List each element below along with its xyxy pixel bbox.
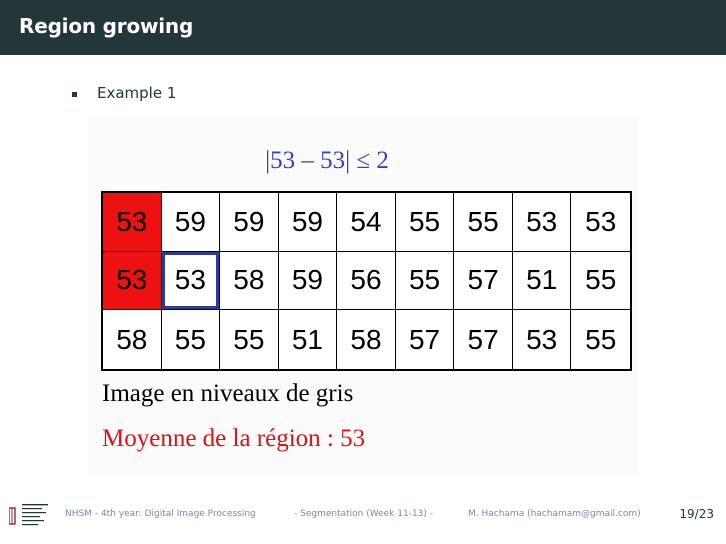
bullet-marker: [72, 92, 77, 97]
pixel-cell: 51: [279, 310, 338, 369]
slide-header: Region growing: [0, 0, 726, 55]
footer-section: - Segmentation (Week 11-13) -: [294, 509, 434, 519]
pixel-cell: 57: [454, 251, 513, 311]
pixel-cell-selected: 53: [161, 251, 221, 311]
pixel-cell: 53: [512, 193, 572, 252]
pixel-cell: 58: [220, 251, 279, 311]
pixel-cell: 55: [395, 193, 455, 252]
pixel-cell: 53: [571, 193, 630, 252]
pixel-cell: 53: [103, 193, 162, 252]
bullet-text: Example 1: [97, 84, 177, 102]
pixel-cell: 55: [220, 310, 279, 369]
pixel-cell: 59: [220, 193, 279, 252]
footer-author: M. Hachama (hachamam@gmail.com): [468, 509, 641, 519]
pixel-cell: 51: [512, 251, 572, 311]
formula-text: |53 – 53| ≤ 2: [265, 147, 389, 174]
pixel-cell: 55: [162, 310, 221, 369]
page-number: 19/23: [679, 507, 714, 521]
pixel-cell: 56: [337, 251, 396, 311]
pixel-cell: 54: [337, 193, 396, 252]
caption-image: Image en niveaux de gris: [102, 380, 354, 407]
pixel-cell: 59: [278, 251, 338, 311]
pixel-cell: 58: [337, 310, 396, 369]
pixel-cell: 55: [571, 252, 630, 311]
pixel-cell: 58: [103, 310, 162, 369]
university-logo-icon: [9, 504, 48, 526]
pixel-cell: 59: [278, 193, 338, 252]
pixel-cell: 57: [396, 310, 455, 369]
caption-mean: Moyenne de la région : 53: [102, 425, 366, 452]
pixel-cell: 55: [585, 323, 617, 355]
pixel-cell: 55: [395, 251, 455, 311]
footer-course: NHSM - 4th year: Digital Image Processin…: [65, 509, 256, 519]
pixel-cell: 53: [103, 251, 162, 311]
formula: |53 – 53| ≤ 2: [0, 147, 726, 175]
slide-title: Region growing: [19, 14, 194, 38]
pixel-cell: 53: [513, 310, 572, 369]
pixel-cell: 59: [161, 193, 221, 252]
pixel-cell: 57: [454, 310, 513, 369]
pixel-cell: 55: [454, 193, 513, 252]
pixel-grid: 53 59 59 59 54 55 55 53 53 53 53 58 59 5…: [101, 191, 632, 371]
